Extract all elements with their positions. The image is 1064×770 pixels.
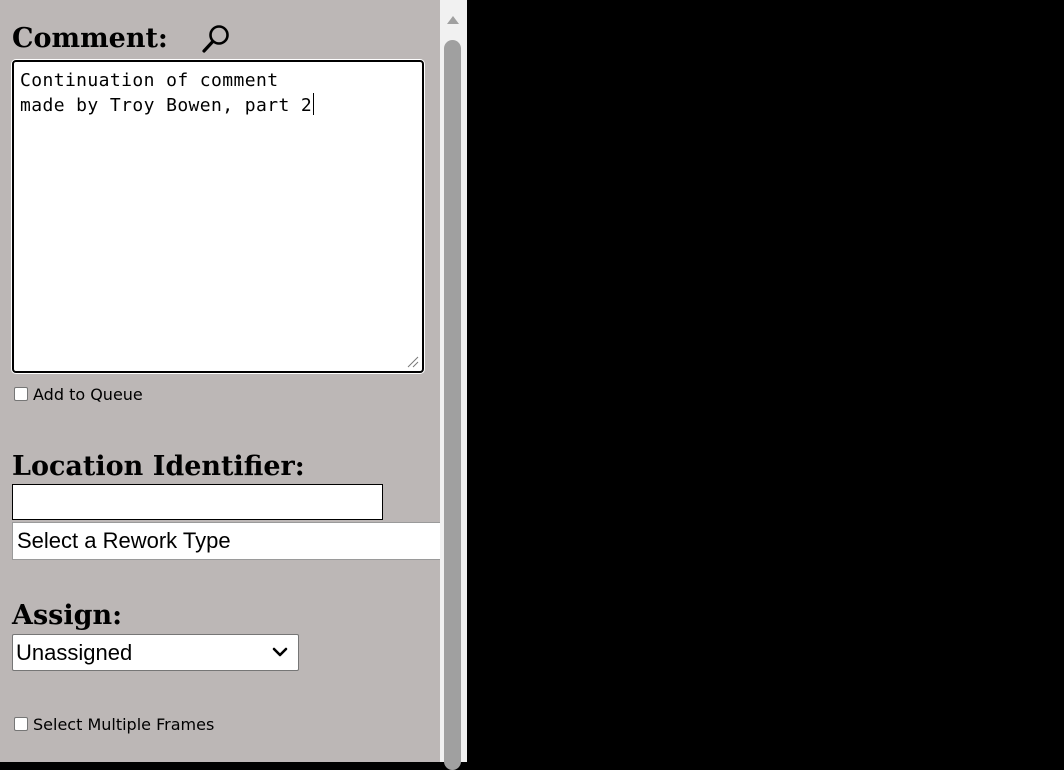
resize-grip-icon[interactable] <box>407 356 419 368</box>
select-multiple-frames-label: Select Multiple Frames <box>33 714 215 734</box>
magnifier-icon[interactable] <box>199 22 233 56</box>
add-to-queue-label: Add to Queue <box>33 384 143 404</box>
add-to-queue-row[interactable]: Add to Queue <box>14 384 143 404</box>
assign-selected-value: Unassigned <box>16 640 133 665</box>
rework-type-select[interactable]: Select a Rework Type <box>12 522 440 560</box>
select-multiple-frames-checkbox[interactable] <box>14 717 28 731</box>
frame-viewer[interactable] <box>467 0 1064 762</box>
comment-textarea[interactable]: Continuation of comment made by Troy Bow… <box>12 60 424 373</box>
location-identifier-heading: Location Identifier: <box>12 451 305 482</box>
text-caret <box>313 93 315 115</box>
assign-heading: Assign: <box>12 600 123 631</box>
comment-text: Continuation of comment made by Troy Bow… <box>20 68 415 118</box>
comment-content: Continuation of comment made by Troy Bow… <box>20 70 313 116</box>
location-identifier-input[interactable] <box>12 484 383 520</box>
scroll-up-arrow-icon[interactable] <box>446 14 460 26</box>
comment-panel: Comment: Continuation of comment made by… <box>0 0 440 762</box>
select-multiple-frames-row[interactable]: Select Multiple Frames <box>14 714 214 734</box>
add-to-queue-checkbox[interactable] <box>14 387 28 401</box>
assign-select[interactable]: Unassigned <box>12 634 299 671</box>
chevron-down-icon <box>272 647 288 657</box>
scrollbar-thumb[interactable] <box>444 40 461 770</box>
comment-heading: Comment: <box>12 23 168 54</box>
